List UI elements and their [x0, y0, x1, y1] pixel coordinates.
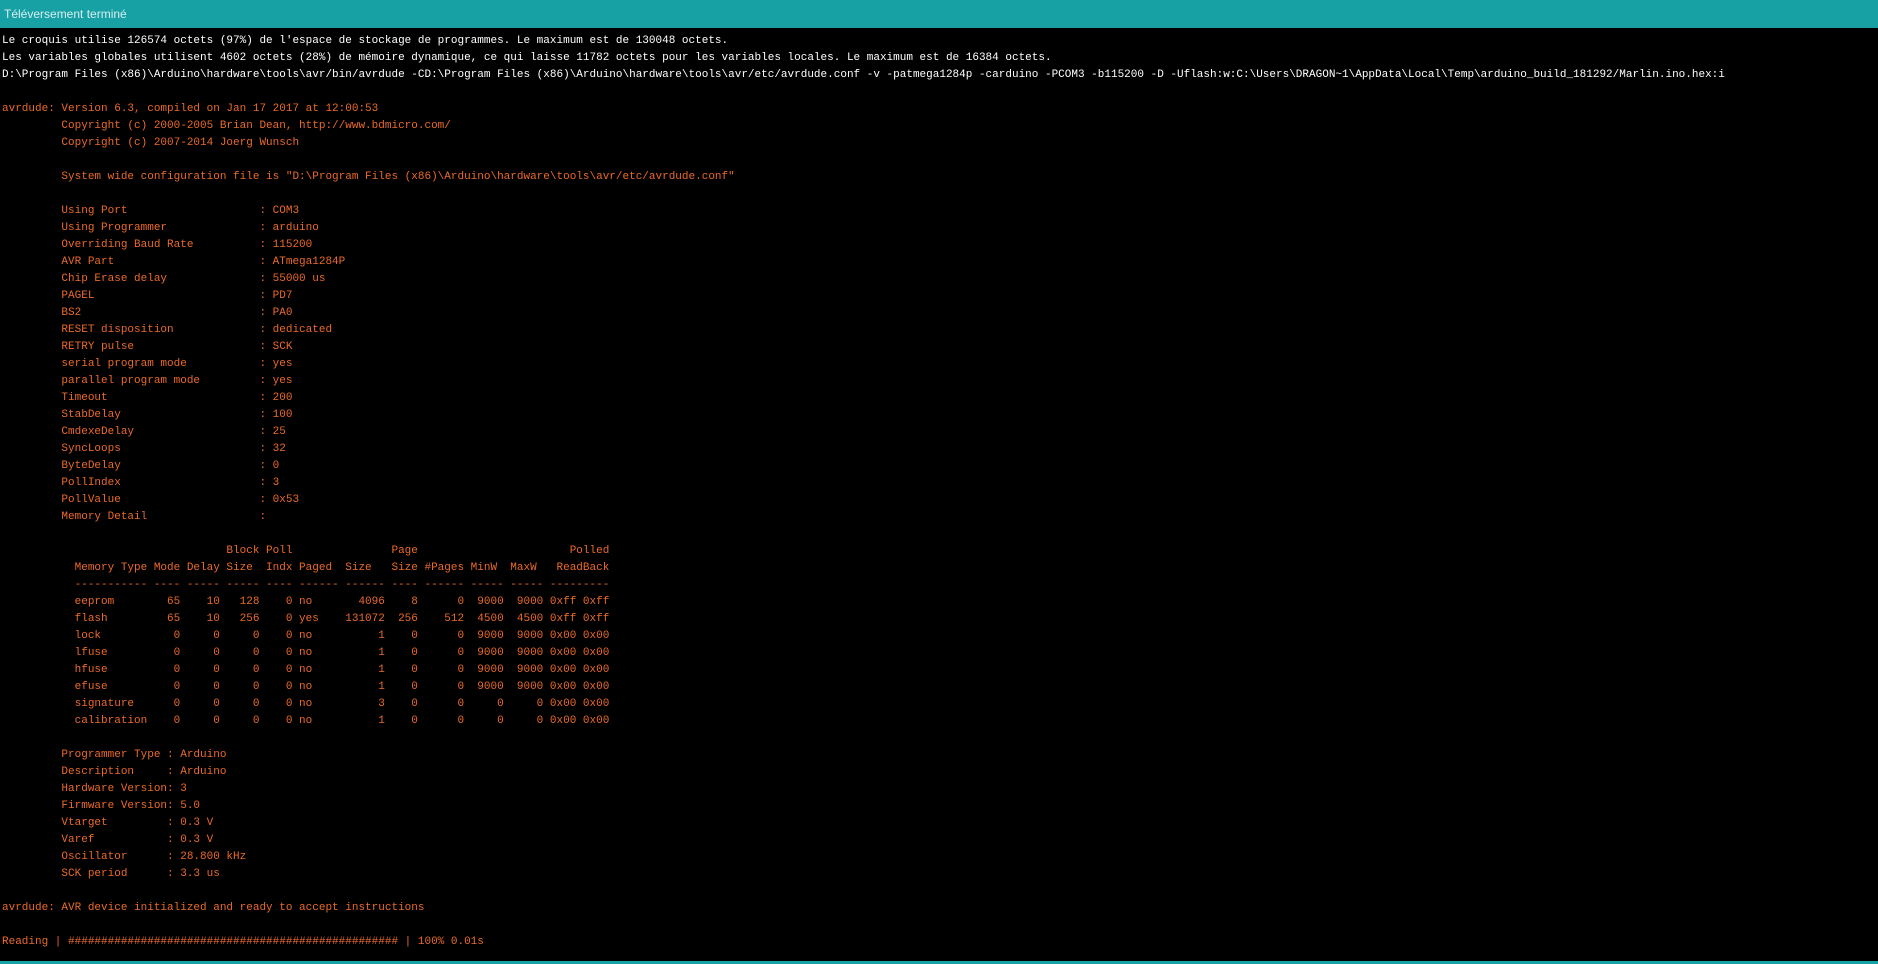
- console-log-line: PollValue : 0x53: [2, 494, 300, 506]
- console-log-line: Timeout : 200: [2, 392, 293, 404]
- console-log-line: [0, 152, 1878, 169]
- console-log-line: Block Poll Page Polled: [2, 545, 610, 557]
- console-info-line: Le croquis utilise 126574 octets (97%) d…: [2, 35, 729, 47]
- console-log-line: Memory Type Mode Delay Size Indx Paged S…: [2, 562, 610, 574]
- console-log-line: Description : Arduino: [2, 766, 227, 778]
- console-log-line: Chip Erase delay : 55000 us: [2, 273, 326, 285]
- console-log-line: PAGEL : PD7: [2, 290, 293, 302]
- console-log-line: Using Port : COM3: [2, 205, 300, 217]
- console-log-line: RETRY pulse : SCK: [2, 341, 293, 353]
- console-log-line: Copyright (c) 2000-2005 Brian Dean, http…: [2, 120, 451, 132]
- console-log-line: [0, 186, 1878, 203]
- status-message: Téléversement terminé: [4, 7, 127, 21]
- console-log-line: avrdude: AVR device initialized and read…: [2, 902, 425, 914]
- status-bar: Téléversement terminé: [0, 0, 1878, 28]
- console-output[interactable]: Le croquis utilise 126574 octets (97%) d…: [0, 33, 1878, 958]
- console-log-line: BS2 : PA0: [2, 307, 293, 319]
- console-log-line: ByteDelay : 0: [2, 460, 280, 472]
- console-log-line: Copyright (c) 2007-2014 Joerg Wunsch: [2, 137, 300, 149]
- console-log-line: StabDelay : 100: [2, 409, 293, 421]
- console-log-line: efuse 0 0 0 0 no 1 0 0 9000 9000 0x00 0x…: [2, 681, 610, 693]
- console-log-line: PollIndex : 3: [2, 477, 280, 489]
- console-log-line: SCK period : 3.3 us: [2, 868, 220, 880]
- console-log-line: signature 0 0 0 0 no 3 0 0 0 0 0x00 0x00: [2, 698, 610, 710]
- console-log-line: Overriding Baud Rate : 115200: [2, 239, 313, 251]
- console-log-line: Hardware Version: 3: [2, 783, 187, 795]
- console-log-line: lock 0 0 0 0 no 1 0 0 9000 9000 0x00 0x0…: [2, 630, 610, 642]
- console-log-line: System wide configuration file is "D:\Pr…: [2, 171, 735, 183]
- console-log-line: [0, 526, 1878, 543]
- console-log-line: flash 65 10 256 0 yes 131072 256 512 450…: [2, 613, 610, 625]
- console-log-line: lfuse 0 0 0 0 no 1 0 0 9000 9000 0x00 0x…: [2, 647, 610, 659]
- console-log-line: calibration 0 0 0 0 no 1 0 0 0 0 0x00 0x…: [2, 715, 610, 727]
- console-log-line: Varef : 0.3 V: [2, 834, 214, 846]
- console-log-line: Firmware Version: 5.0: [2, 800, 201, 812]
- console-log-line: Programmer Type : Arduino: [2, 749, 227, 761]
- console-log-line: [0, 917, 1878, 934]
- console-log-line: hfuse 0 0 0 0 no 1 0 0 9000 9000 0x00 0x…: [2, 664, 610, 676]
- console-log-line: Using Programmer : arduino: [2, 222, 319, 234]
- console-log-line: eeprom 65 10 128 0 no 4096 8 0 9000 9000…: [2, 596, 610, 608]
- console-log-line: AVR Part : ATmega1284P: [2, 256, 346, 268]
- console-log-line: RESET disposition : dedicated: [2, 324, 333, 336]
- console-log-line: CmdexeDelay : 25: [2, 426, 286, 438]
- console-log-line: ----------- ---- ----- ----- ---- ------…: [2, 579, 610, 591]
- console-log-line: Oscillator : 28.800 kHz: [2, 851, 247, 863]
- console-log-line: Memory Detail :: [2, 511, 267, 523]
- console-info-line: Les variables globales utilisent 4602 oc…: [2, 52, 1052, 64]
- console-info-line: D:\Program Files (x86)\Arduino\hardware\…: [2, 69, 1725, 81]
- console-log-line: [0, 883, 1878, 900]
- console-log-line: serial program mode : yes: [2, 358, 293, 370]
- console-log-line: Reading | ##############################…: [2, 936, 484, 948]
- console-log-line: [0, 84, 1878, 101]
- console-log-line: Vtarget : 0.3 V: [2, 817, 214, 829]
- console-log-line: avrdude: Version 6.3, compiled on Jan 17…: [2, 103, 379, 115]
- console-log-line: SyncLoops : 32: [2, 443, 286, 455]
- console-log-line: [0, 730, 1878, 747]
- console-log-line: parallel program mode : yes: [2, 375, 293, 387]
